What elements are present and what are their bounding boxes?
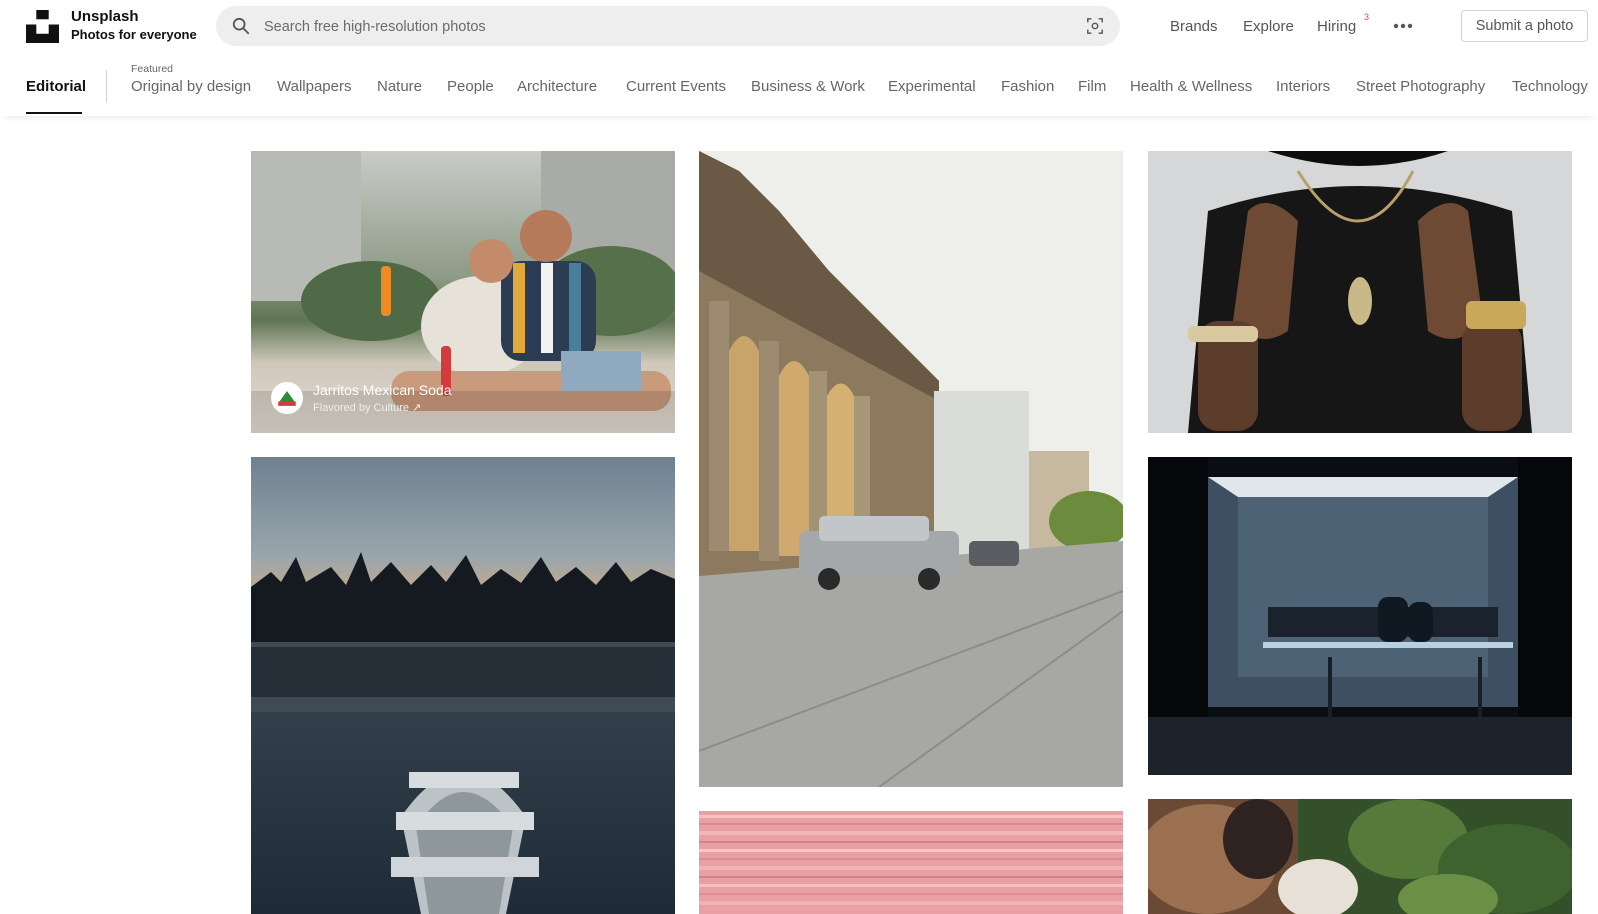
hiring-count-badge: 3 (1364, 12, 1370, 22)
photo-dark-cafe[interactable] (1148, 457, 1572, 775)
tab-people[interactable]: People (447, 78, 494, 95)
brand-tagline: Photos for everyone (71, 26, 197, 42)
search-input[interactable] (262, 6, 1046, 48)
photo-street-building-image (699, 151, 1123, 787)
photo-dark-cafe-image (1148, 457, 1572, 775)
nav-hiring-link[interactable]: Hiring 3 (1317, 12, 1369, 35)
tab-fashion[interactable]: Fashion (1001, 78, 1054, 95)
photo-pink-stripes[interactable] (699, 811, 1123, 914)
tab-technology[interactable]: Technology (1512, 78, 1588, 95)
sponsor-subtitle: Flavored by Culture ↗ (313, 402, 422, 414)
tab-original-by-design[interactable]: Original by design (131, 78, 251, 95)
brand-name: Unsplash (71, 8, 139, 25)
active-tab-indicator (26, 112, 82, 114)
nav-brands-link[interactable]: Brands (1170, 18, 1218, 35)
photo-gold-chain-image (1148, 151, 1572, 433)
tab-business-work[interactable]: Business & Work (751, 78, 865, 95)
photo-gold-chain[interactable] (1148, 151, 1572, 433)
tab-film[interactable]: Film (1078, 78, 1106, 95)
tab-street-photography[interactable]: Street Photography (1356, 78, 1485, 95)
tab-wallpapers[interactable]: Wallpapers (277, 78, 351, 95)
sponsor-name: Jarritos Mexican Soda (313, 382, 452, 398)
photo-street-building[interactable] (699, 151, 1123, 787)
search-icon[interactable] (232, 17, 250, 35)
tab-experimental[interactable]: Experimental (888, 78, 976, 95)
top-header: Unsplash Photos for everyone Brands Expl… (0, 0, 1598, 54)
featured-label: Featured (131, 63, 174, 75)
tab-editorial[interactable]: Editorial (26, 78, 86, 95)
tab-architecture[interactable]: Architecture (517, 78, 597, 95)
photo-lake-boat-image (251, 457, 675, 914)
hiring-label: Hiring (1317, 18, 1357, 35)
photo-man-plants-image (1148, 799, 1572, 914)
photo-man-plants[interactable] (1148, 799, 1572, 914)
photo-pink-stripes-image (699, 811, 1123, 914)
sponsor-avatar (271, 382, 303, 414)
tab-interiors[interactable]: Interiors (1276, 78, 1330, 95)
search-bar (216, 6, 1120, 48)
brand-block[interactable]: Unsplash Photos for everyone (71, 8, 197, 42)
tab-nature[interactable]: Nature (377, 78, 422, 95)
more-options-icon[interactable] (1392, 16, 1414, 36)
photo-lake-boat[interactable] (251, 457, 675, 914)
submit-photo-button[interactable]: Submit a photo (1461, 10, 1588, 42)
tab-current-events[interactable]: Current Events (626, 78, 726, 95)
unsplash-logo-icon[interactable] (26, 10, 59, 43)
topics-bar: Editorial Featured Original by design Wa… (0, 54, 1598, 116)
topics-divider (106, 70, 107, 102)
tab-health-wellness[interactable]: Health & Wellness (1130, 78, 1252, 95)
nav-explore-link[interactable]: Explore (1243, 18, 1294, 35)
visual-search-icon[interactable] (1086, 17, 1104, 35)
